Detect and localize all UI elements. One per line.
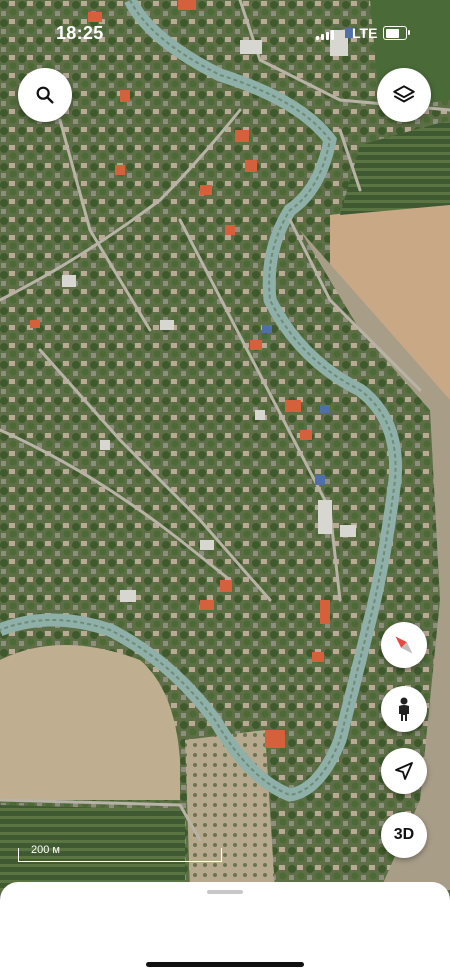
- person-icon: [399, 697, 409, 721]
- my-location-button[interactable]: [381, 748, 427, 794]
- layers-icon: [393, 85, 415, 103]
- 3d-toggle-button[interactable]: 3D: [381, 812, 427, 858]
- street-view-button[interactable]: [381, 686, 427, 732]
- search-icon: [36, 86, 54, 104]
- compass-button[interactable]: [381, 622, 427, 668]
- sheet-grabber[interactable]: [207, 890, 243, 894]
- navigation-arrow-icon: [395, 762, 413, 780]
- home-indicator: [146, 962, 304, 967]
- map-view[interactable]: [0, 0, 450, 890]
- scale-label: 200 м: [31, 844, 60, 856]
- compass-icon: [395, 636, 413, 654]
- layers-button[interactable]: [377, 68, 431, 122]
- map-scale-bar: 200 м: [18, 844, 222, 862]
- bottom-sheet[interactable]: [0, 882, 450, 976]
- search-button[interactable]: [18, 68, 72, 122]
